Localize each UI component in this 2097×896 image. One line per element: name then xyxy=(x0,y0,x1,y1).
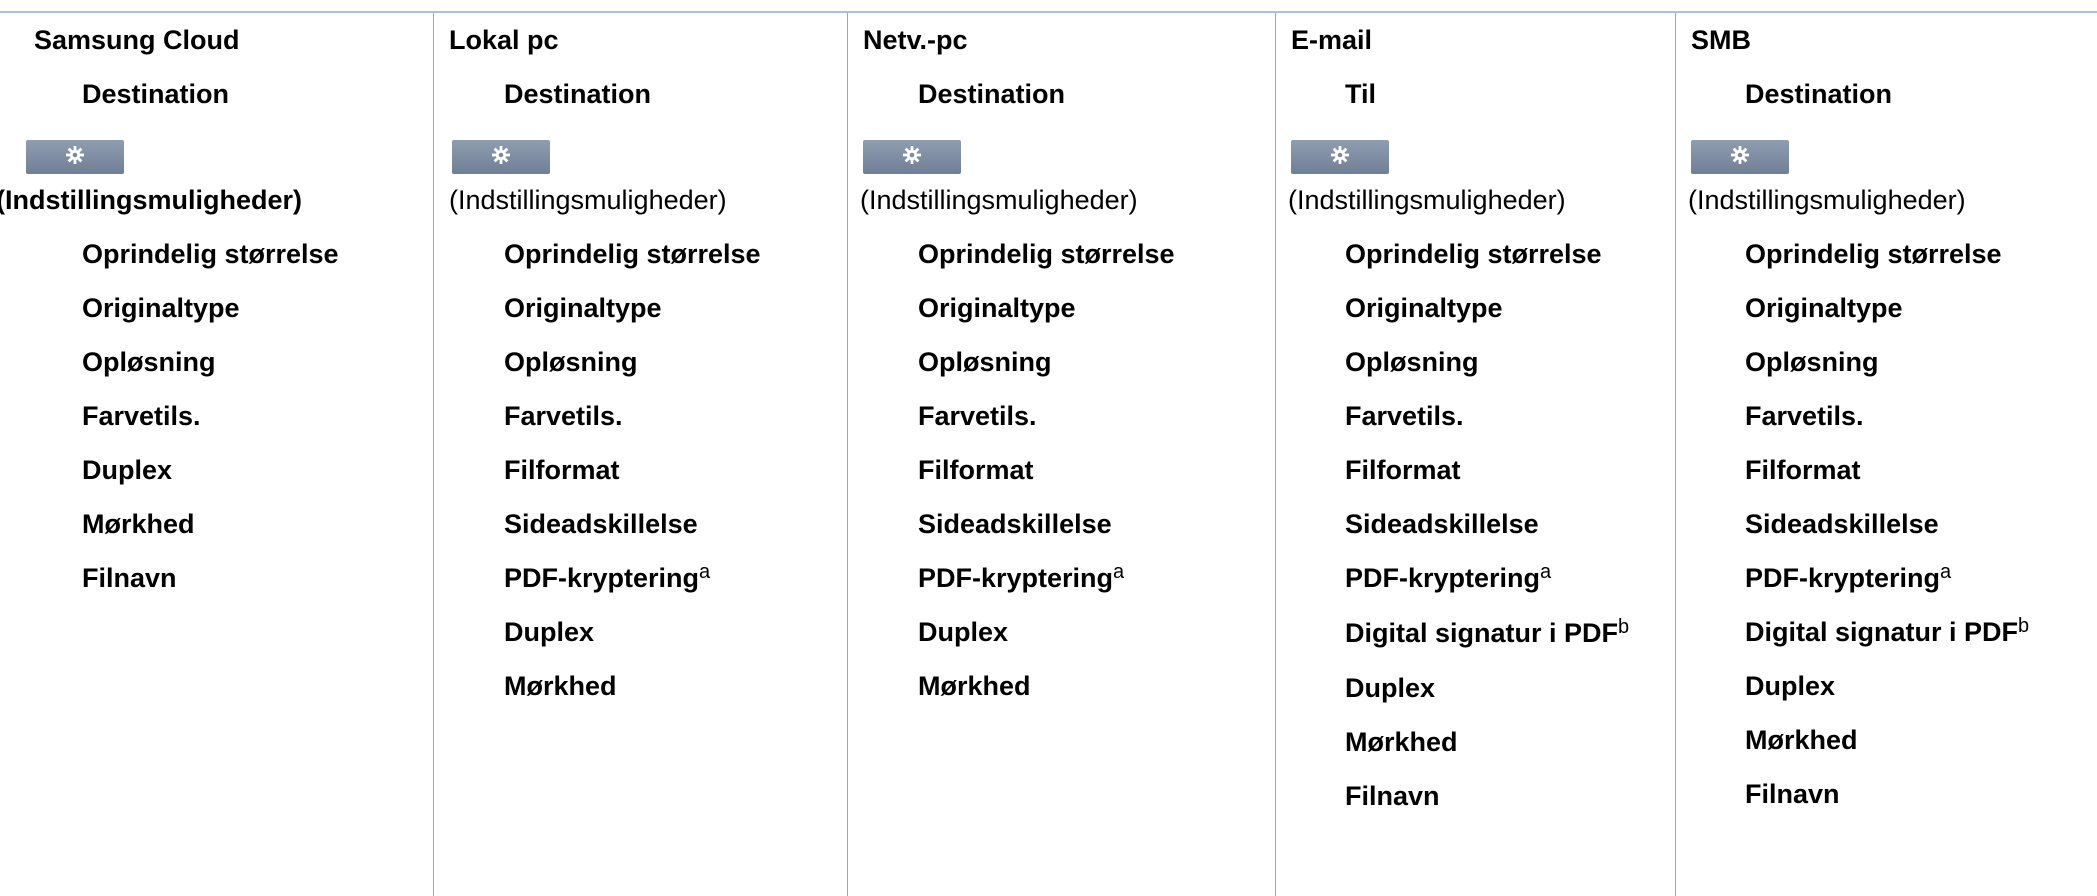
list-item: Duplex xyxy=(918,617,1009,647)
list-item: Duplex xyxy=(1745,671,1836,701)
options-label: (Indstillingsmuligheder) xyxy=(860,185,1138,215)
gear-icon xyxy=(902,145,922,170)
column-title: SMB xyxy=(1691,25,1751,55)
list-item: Filnavn xyxy=(82,563,177,593)
column-netv-pc: Netv.-pc Destination (Indstillingsmuligh… xyxy=(848,13,1276,896)
option-list: Oprindelig størrelse Originaltype Opløsn… xyxy=(434,238,847,702)
settings-button xyxy=(863,140,961,174)
footnote-marker: a xyxy=(1113,561,1125,583)
destination-label: Destination xyxy=(918,79,1066,109)
list-item: Sideadskillelse xyxy=(1345,509,1539,539)
footnote-marker: a xyxy=(699,561,711,583)
list-item: Mørkhed xyxy=(504,671,617,701)
destination-label: Til xyxy=(1345,79,1377,109)
list-item: Farvetils. xyxy=(1745,401,1864,431)
destination-label: Destination xyxy=(1745,79,1893,109)
footnote-marker: a xyxy=(1540,561,1552,583)
list-item: Opløsning xyxy=(504,347,638,377)
column-title: Samsung Cloud xyxy=(34,25,240,55)
list-item: Originaltype xyxy=(1745,293,1903,323)
options-label: (Indstillingsmuligheder) xyxy=(1688,185,1966,215)
column-title: Lokal pc xyxy=(449,25,559,55)
list-item: Sideadskillelse xyxy=(918,509,1112,539)
settings-button xyxy=(1691,140,1789,174)
list-item: Oprindelig størrelse xyxy=(82,239,339,269)
options-label: (Indstillingsmuligheder) xyxy=(449,185,727,215)
list-item: Opløsning xyxy=(1345,347,1479,377)
footnote-marker: a xyxy=(1940,561,1952,583)
column-e-mail: E-mail Til (Indstillingsmuligheder) Opri… xyxy=(1276,13,1676,896)
gear-icon xyxy=(1330,145,1350,170)
list-item: Farvetils. xyxy=(504,401,623,431)
column-smb: SMB Destination (Indstillingsmuligheder)… xyxy=(1676,13,2097,896)
list-item: Sideadskillelse xyxy=(504,509,698,539)
list-item: Opløsning xyxy=(82,347,216,377)
destination-label: Destination xyxy=(82,79,230,109)
list-item: PDF-krypteringa xyxy=(1345,561,1552,593)
list-item: Digital signatur i PDFb xyxy=(1345,616,1630,648)
list-item: Farvetils. xyxy=(1345,401,1464,431)
list-item: Mørkhed xyxy=(918,671,1031,701)
list-item: Originaltype xyxy=(918,293,1076,323)
list-item: Filformat xyxy=(504,455,620,485)
list-item: Farvetils. xyxy=(82,401,201,431)
list-item: Duplex xyxy=(1345,673,1436,703)
list-item: Mørkhed xyxy=(1345,727,1458,757)
options-label: (Indstillingsmuligheder) xyxy=(1288,185,1566,215)
destination-label: Destination xyxy=(504,79,652,109)
list-item: Opløsning xyxy=(1745,347,1879,377)
option-list: Oprindelig størrelse Originaltype Opløsn… xyxy=(1676,238,2097,810)
options-label: (Indstillingsmuligheder) xyxy=(0,185,303,215)
list-item: Filformat xyxy=(1745,455,1861,485)
list-item: Opløsning xyxy=(918,347,1052,377)
list-item: Filformat xyxy=(918,455,1034,485)
footnote-marker: b xyxy=(2018,615,2030,637)
list-item: Mørkhed xyxy=(1745,725,1858,755)
settings-button xyxy=(452,140,550,174)
settings-button xyxy=(1291,140,1389,174)
gear-icon xyxy=(1730,145,1750,170)
option-list: Oprindelig størrelse Originaltype Opløsn… xyxy=(1276,238,1675,812)
footnote-marker: b xyxy=(1618,616,1630,638)
list-item: Filnavn xyxy=(1745,779,1840,809)
list-item: Filformat xyxy=(1345,455,1461,485)
list-item: Sideadskillelse xyxy=(1745,509,1939,539)
list-item: Farvetils. xyxy=(918,401,1037,431)
list-item: Oprindelig størrelse xyxy=(918,239,1175,269)
list-item: Originaltype xyxy=(504,293,662,323)
list-item: Originaltype xyxy=(82,293,240,323)
list-item: Oprindelig størrelse xyxy=(1745,239,2002,269)
list-item: Originaltype xyxy=(1345,293,1503,323)
list-item: PDF-krypteringa xyxy=(918,561,1125,593)
list-item: Filnavn xyxy=(1345,781,1440,811)
option-list: Oprindelig størrelse Originaltype Opløsn… xyxy=(0,238,433,594)
column-samsung-cloud: Samsung Cloud Destination (Indstillingsm… xyxy=(0,13,434,896)
settings-button xyxy=(26,140,124,174)
list-item: Digital signatur i PDFb xyxy=(1745,615,2030,647)
column-title: E-mail xyxy=(1291,25,1373,55)
column-title: Netv.-pc xyxy=(863,25,968,55)
list-item: Oprindelig størrelse xyxy=(504,239,761,269)
column-lokal-pc: Lokal pc Destination (Indstillingsmuligh… xyxy=(434,13,848,896)
option-list: Oprindelig størrelse Originaltype Opløsn… xyxy=(848,238,1275,702)
list-item: Duplex xyxy=(504,617,595,647)
gear-icon xyxy=(491,145,511,170)
gear-icon xyxy=(65,145,85,170)
list-item: PDF-krypteringa xyxy=(504,561,711,593)
list-item: Duplex xyxy=(82,455,173,485)
list-item: Oprindelig størrelse xyxy=(1345,239,1602,269)
destination-options-table: Samsung Cloud Destination (Indstillingsm… xyxy=(0,13,2097,896)
list-item: Mørkhed xyxy=(82,509,195,539)
list-item: PDF-krypteringa xyxy=(1745,561,1952,593)
